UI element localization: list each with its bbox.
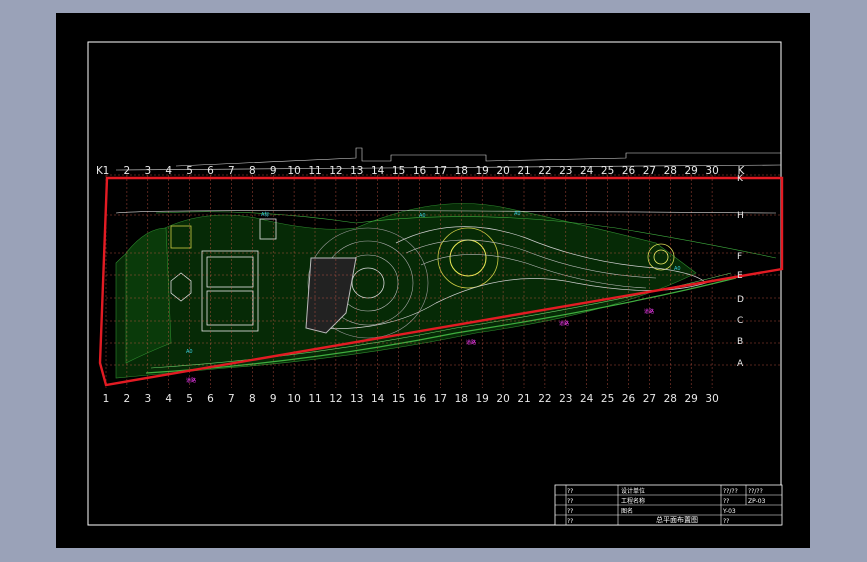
grid-label-right: H [737,211,744,221]
grid-label-right: A [737,359,744,369]
grid-label-bottom: 29 [685,393,698,405]
site-plan-drawing: 1 2 3 4 5 6 7 8 9 10 11 12 13 14 15 16 17 18 19 20 21 22 23 24 2… [87,41,784,526]
grid-label-bottom: 19 [476,393,489,405]
magenta-label: 道路 [186,377,196,384]
tb-row-label: ?? [567,508,573,515]
grid-label-bottom: 8 [249,393,256,405]
tb-row-label: ?? [567,518,573,525]
tb-code: ?? [723,518,729,525]
grid-label-top: 6 [207,165,214,177]
cad-viewport[interactable]: 1 2 3 4 5 6 7 8 9 10 11 12 13 14 15 16 17 18 19 20 21 22 23 24 2… [56,13,810,548]
grid-label-top: 29 [685,165,698,177]
grid-label-bottom: 28 [664,393,677,405]
grid-label-bottom: 30 [705,393,718,405]
tb-right-top: ??/?? [723,488,738,495]
cyan-tag: A0 [419,213,426,219]
tb-row-label: ?? [567,498,573,505]
grid-label-bottom: 12 [329,393,342,405]
grid-label-bottom: 7 [228,393,235,405]
grid-label-top: 15 [392,165,405,177]
grid-label-top: 4 [165,165,172,177]
grid-label-top: 12 [329,165,342,177]
grid-labels-right: KHFEDCBA [737,174,744,369]
grid-label-bottom: 17 [434,393,447,405]
grid-label-top: 16 [413,165,427,177]
grid-label-top: 5 [186,165,193,177]
grid-label-top: 1 [103,165,110,177]
title-block: ?? ?? ?? ?? 设计单位 工程名称 图名 总平面布置图 ??/?? ??… [554,484,783,526]
grid-label-bottom: 11 [308,393,321,405]
grid-labels-bottom: 1 2 3 4 5 6 7 8 9 10 11 12 13 14 15 16 17 18 19 20 21 22 23 24 2… [103,393,719,405]
grid-label-top: 24 [580,165,594,177]
grid-label-top: 28 [664,165,677,177]
grid-label-top: 7 [228,165,235,177]
grid-label-bottom: 24 [580,393,594,405]
grid-label-bottom: 16 [413,393,427,405]
grid-label-top: 25 [601,165,614,177]
grid-labels-top: 1 2 3 4 5 6 7 8 9 10 11 12 13 14 15 16 17 18 19 20 21 22 23 24 2… [96,165,746,177]
tb-title: 总平面布置图 [656,515,698,524]
grid-label-top: 23 [559,165,572,177]
grid-label-top: 30 [705,165,718,177]
grid-label-top: 3 [144,165,151,177]
grid-label-right: E [737,271,743,281]
grid-label-bottom: 1 [103,393,110,405]
tb-code: ZP-03 [748,498,766,505]
grid-label-bottom: 26 [622,393,636,405]
grid-label-bottom: 15 [392,393,405,405]
grid-label-top: 13 [350,165,363,177]
grid-label-right: B [737,337,743,347]
magenta-label: 道路 [466,339,476,346]
grid-label-top: 19 [476,165,489,177]
grid-label-top: 9 [270,165,277,177]
tb-cell: 图名 [621,507,633,515]
grid-label-top: 10 [287,165,300,177]
grid-label-top: 26 [622,165,636,177]
grid-label-top: 22 [538,165,551,177]
grid-label-bottom: 13 [350,393,363,405]
grid-label-top: 27 [643,165,656,177]
grid-label-bottom: 18 [455,393,468,405]
grid-label-bottom: 20 [496,393,509,405]
grid-label-bottom: 21 [517,393,530,405]
a-label: A标 [261,211,269,218]
street-edge [115,147,782,214]
grid-label-bottom: 22 [538,393,551,405]
grid-label-bottom: 4 [165,393,172,405]
tb-code: Y-03 [722,508,736,515]
grid-label-top: 17 [434,165,447,177]
grid-label-top: 11 [308,165,321,177]
grid-label-bottom: 5 [186,393,193,405]
grid-label-bottom: 14 [371,393,385,405]
grid-label-top: 14 [371,165,385,177]
grid-label-bottom: 27 [643,393,656,405]
cyan-tag: A0 [674,266,681,272]
magenta-label: 道路 [644,308,654,315]
grid-label-bottom: 3 [144,393,151,405]
grid-label-right: F [737,252,742,262]
grid-label-right: C [737,316,743,326]
grid-label-top: 2 [124,165,131,177]
grid-label-right: D [737,295,744,305]
cyan-tag: A0 [186,349,193,355]
grid-label-bottom: 23 [559,393,572,405]
grid-label-top: 18 [455,165,468,177]
grid-label-bottom: 9 [270,393,277,405]
grid-label-bottom: 25 [601,393,614,405]
tb-row-label: ?? [567,488,573,495]
cyan-tag: A0 [514,211,521,217]
grid-label-top: 21 [517,165,530,177]
tb-right-top: ??/?? [748,488,763,495]
tb-code: ?? [723,498,729,505]
magenta-label: 道路 [559,320,569,327]
grid-label-top: 20 [496,165,509,177]
grid-label-left: K [96,165,104,177]
tb-cell: 工程名称 [621,497,645,505]
grid-label-top: 8 [249,165,256,177]
grid-label-bottom: 2 [124,393,131,405]
grid-label-bottom: 10 [287,393,300,405]
grid-label-bottom: 6 [207,393,214,405]
tb-cell: 设计单位 [621,487,645,495]
